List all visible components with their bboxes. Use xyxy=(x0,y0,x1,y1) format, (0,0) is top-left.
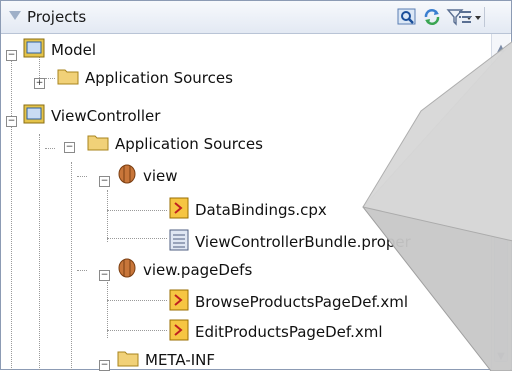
package-icon xyxy=(117,164,137,188)
tree-item-editproductspagedef[interactable]: EditProductsPageDef.xml xyxy=(169,318,383,346)
project-icon xyxy=(23,38,45,62)
projects-panel: Projects − Model + Application Sources −… xyxy=(0,0,512,371)
tree-item-application-sources-2[interactable]: Application Sources xyxy=(87,130,263,158)
tree-item-view-pagedefs[interactable]: view.pageDefs xyxy=(117,256,252,284)
expand-toggle[interactable]: + xyxy=(34,78,45,89)
collapse-panel-icon[interactable] xyxy=(9,11,21,20)
tree-item-viewcontroller[interactable]: ViewController xyxy=(23,102,160,130)
xml-file-icon xyxy=(169,197,189,223)
project-icon xyxy=(23,104,45,128)
collapse-toggle[interactable]: − xyxy=(6,50,17,61)
scroll-thumb[interactable] xyxy=(494,62,508,362)
scroll-up-icon[interactable]: ▲ xyxy=(495,42,507,54)
collapse-toggle[interactable]: − xyxy=(6,116,17,127)
tree-item-databindings[interactable]: DataBindings.cpx xyxy=(169,196,327,224)
folder-icon xyxy=(87,133,109,155)
properties-file-icon xyxy=(169,229,189,255)
view-options-menu-icon[interactable] xyxy=(457,6,485,28)
collapse-toggle[interactable]: − xyxy=(64,142,75,153)
scroll-down-icon[interactable]: ▼ xyxy=(495,350,507,362)
tree-item-viewcontrollerbundle[interactable]: ViewControllerBundle.proper xyxy=(169,228,411,256)
vertical-scrollbar[interactable]: ▲ ▼ xyxy=(491,34,510,370)
collapse-toggle[interactable]: − xyxy=(99,360,110,371)
tree-item-browseproductspagedef[interactable]: BrowseProductsPageDef.xml xyxy=(169,288,408,316)
xml-file-icon xyxy=(169,319,189,345)
tree-item-model[interactable]: Model xyxy=(23,36,96,64)
collapse-toggle[interactable]: − xyxy=(99,270,110,281)
refresh-icon[interactable] xyxy=(421,6,443,28)
panel-title: Projects xyxy=(27,8,87,26)
folder-icon xyxy=(117,349,139,371)
tree-item-meta-inf[interactable]: META-INF xyxy=(117,346,215,371)
folder-icon xyxy=(57,67,79,89)
tree-item-view[interactable]: view xyxy=(117,162,178,190)
tree-item-application-sources[interactable]: Application Sources xyxy=(57,64,233,92)
panel-header: Projects xyxy=(1,1,511,34)
project-tree[interactable]: − Model + Application Sources − ViewCont… xyxy=(1,34,493,371)
sync-with-editor-icon[interactable] xyxy=(396,6,418,28)
collapse-toggle[interactable]: − xyxy=(99,176,110,187)
package-icon xyxy=(117,258,137,282)
xml-file-icon xyxy=(169,289,189,315)
